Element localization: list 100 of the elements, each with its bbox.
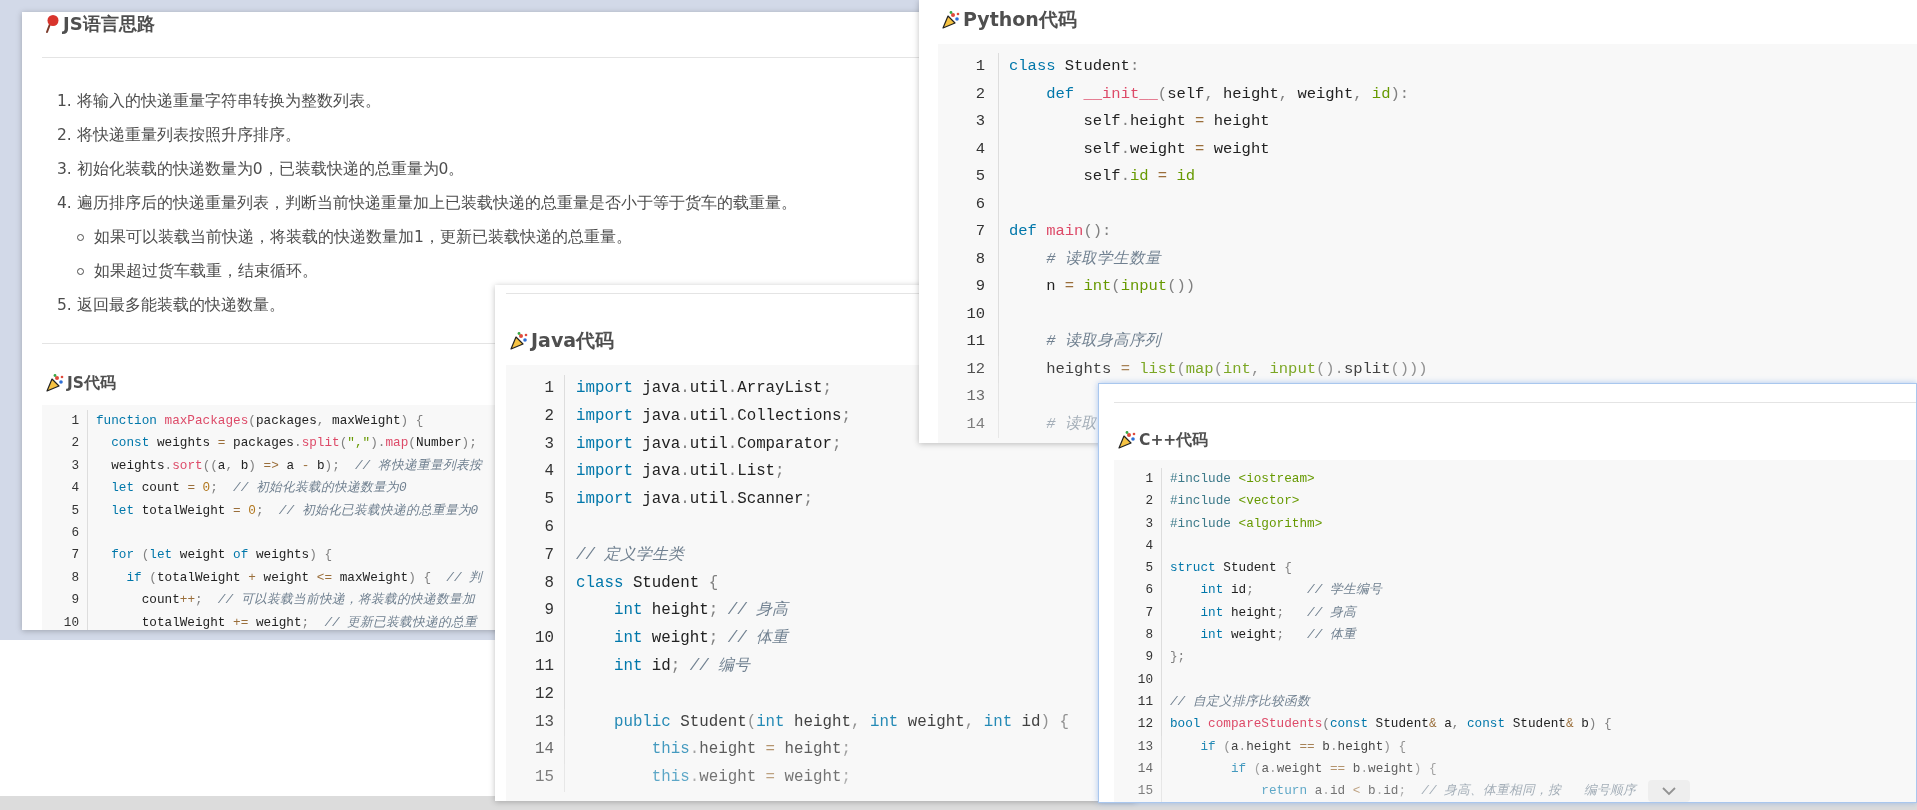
section-heading: JS语言思路 — [63, 12, 155, 36]
line-number: 10 — [938, 300, 999, 328]
line-number: 14 — [938, 410, 999, 438]
line-number: 13 — [938, 383, 999, 411]
code-line: import java.util.ArrayList; — [575, 378, 832, 399]
code-line: #include <iostream> — [1169, 470, 1315, 488]
list-item: 3. 初始化装载的快递数量为0，已装载快递的总重量为0。 — [57, 160, 465, 178]
line-number: 3 — [938, 108, 999, 136]
code-line: # 读取身高序列 — [1045, 331, 1161, 352]
code-line: int id; // 编号 — [612, 655, 751, 677]
list-item: 1. 将输入的快递重量字符串转换为整数列表。 — [57, 92, 381, 110]
line-number: 4 — [42, 477, 88, 500]
code-line: self.id = id — [1082, 166, 1196, 187]
line-number: 14 — [506, 736, 565, 765]
code-line: function maxPackages(packages, maxWeight) { — [95, 412, 424, 430]
list-item: 5. 返回最多能装载的快递数量。 — [57, 296, 285, 314]
line-number: 6 — [1114, 579, 1162, 602]
section-heading: Java代码 — [531, 328, 615, 353]
line-number: 2 — [506, 402, 565, 431]
code-line: if (totalWeight + weight <= maxWeight) { // 判 — [125, 568, 483, 587]
line-number: 8 — [506, 569, 565, 598]
code-line: if (a.weight == b.weight) { — [1229, 759, 1437, 778]
line-number: 2 — [42, 432, 88, 455]
line-number: 9 — [506, 597, 565, 626]
line-number: 7 — [506, 541, 565, 570]
party-popper-icon — [45, 373, 65, 393]
line-number: 13 — [506, 708, 565, 737]
line-number: 12 — [1114, 713, 1162, 736]
list-item: 4. 遍历排序后的快递重量列表，判断当前快递重量加上已装载快递的总重量是否小于等于货车的载重量。 — [57, 194, 797, 212]
chevron-down-icon — [1661, 786, 1677, 797]
line-number: 3 — [1114, 512, 1162, 535]
code-line: return a.id < b.id; // 身高、体重相同，按 编号顺序 — [1260, 782, 1636, 801]
code-line: self.weight = weight — [1082, 138, 1270, 160]
code-line: int weight; // 体重 — [612, 628, 789, 650]
code-line: #include <algorithm> — [1169, 514, 1323, 533]
code-line: totalWeight += weight; // 更新已装载快递的总重 — [140, 613, 478, 630]
code-line: def __init__(self, height, weight, id): — [1045, 83, 1410, 105]
line-number: 4 — [938, 135, 999, 163]
code-line: let count = 0; // 初始化装载的快递数量为0 — [110, 479, 407, 498]
code-line: int height; // 身高 — [612, 600, 789, 622]
code-line: import java.util.Scanner; — [575, 489, 813, 511]
pin-icon — [45, 14, 61, 34]
line-number: 10 — [42, 611, 88, 630]
line-number: 12 — [938, 355, 999, 383]
list-item: 2. 将快递重量列表按照升序排序。 — [57, 126, 301, 144]
code-line: # 读取学生数量 — [1045, 248, 1161, 270]
code-line: def main(): — [1008, 221, 1112, 242]
line-number: 11 — [506, 652, 565, 681]
code-line: // 自定义排序比较函数 — [1169, 692, 1310, 711]
party-popper-icon — [1117, 430, 1137, 450]
code-line: count++; // 可以装载当前快递，将装载的快递数量加 — [140, 591, 475, 610]
line-number: 11 — [1114, 690, 1162, 714]
line-number: 10 — [1114, 668, 1162, 691]
code-line: n = int(input()) — [1045, 276, 1196, 297]
line-number: 10 — [506, 625, 565, 653]
line-number: 3 — [42, 454, 88, 478]
code-line: import java.util.Comparator; — [575, 433, 842, 455]
code-line: struct Student { — [1169, 559, 1292, 578]
code-line: this.height = height; — [650, 739, 851, 761]
code-line: weights.sort((a, b) => a - b); // 将快递重量列表按 — [110, 456, 482, 475]
code-line: # 读取 — [1045, 413, 1097, 435]
party-popper-icon — [941, 10, 961, 30]
line-number: 9 — [938, 273, 999, 301]
line-number: 8 — [938, 245, 999, 273]
party-popper-icon — [509, 331, 529, 351]
code-line: heights = list(map(int, input().split())) — [1045, 358, 1428, 380]
code-line: int height; // 身高 — [1199, 603, 1356, 622]
line-number: 11 — [938, 328, 999, 356]
line-number: 1 — [42, 410, 88, 433]
line-number: 1 — [506, 375, 565, 403]
line-number: 4 — [1114, 534, 1162, 558]
line-number: 5 — [506, 486, 565, 514]
line-number: 4 — [506, 458, 565, 487]
line-number: 9 — [42, 589, 88, 612]
code-line: import java.util.Collections; — [575, 405, 851, 427]
line-number: 6 — [938, 190, 999, 218]
line-number: 13 — [1114, 735, 1162, 758]
expand-button[interactable] — [1648, 780, 1690, 802]
code-line: // 定义学生类 — [575, 544, 685, 566]
line-number: 5 — [42, 499, 88, 523]
code-line: self.height = height — [1082, 111, 1270, 132]
code-line: let totalWeight = 0; // 初始化已装载快递的总重量为0 — [110, 501, 479, 520]
section-heading: C++代码 — [1139, 429, 1209, 451]
code-line: public Student(int height, int weight, int id) { — [612, 711, 1070, 733]
code-line: import java.util.List; — [575, 461, 785, 483]
section-heading: Python代码 — [963, 7, 1077, 32]
line-number: 15 — [506, 764, 565, 792]
code-line: }; — [1169, 648, 1186, 667]
line-number: 5 — [938, 163, 999, 191]
line-number: 6 — [42, 522, 88, 545]
line-number: 3 — [506, 430, 565, 459]
line-number: 2 — [938, 80, 999, 108]
line-number: 1 — [1114, 468, 1162, 491]
line-number: 9 — [1114, 646, 1162, 669]
section-heading: JS代码 — [67, 372, 116, 394]
code-line: this.weight = weight; — [650, 767, 851, 789]
line-number: 6 — [506, 514, 565, 542]
line-number: 8 — [1114, 624, 1162, 647]
line-number: 7 — [938, 218, 999, 246]
code-line: const weights = packages.split(",").map(Number); — [110, 434, 477, 453]
